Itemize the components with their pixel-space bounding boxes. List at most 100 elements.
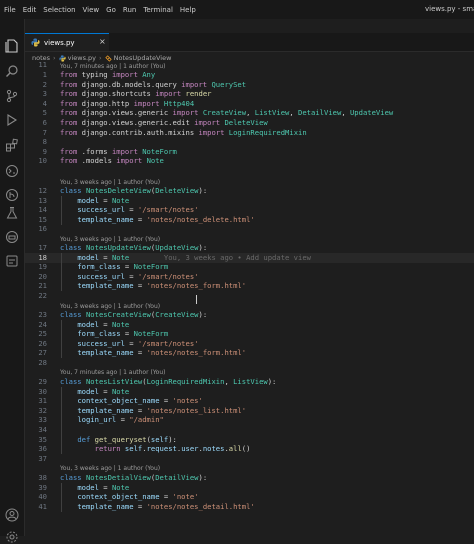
code-line[interactable]: 30 model = Note [25, 387, 474, 397]
tab-views-py[interactable]: views.py × [25, 33, 109, 51]
code-token: = [120, 329, 134, 339]
code-line[interactable]: 10 from .models import Note [25, 156, 474, 166]
code-line[interactable]: 15 template_name = 'notes/notes_delete.h… [25, 215, 474, 225]
code-line[interactable]: 21 template_name = 'notes/notes_form.htm… [25, 281, 474, 291]
remote-icon[interactable] [5, 164, 19, 178]
database-icon[interactable] [5, 254, 19, 268]
menu-help[interactable]: Help [180, 6, 196, 14]
code-line[interactable]: 9 from .forms import NoteForm [25, 147, 474, 157]
code-text: from django.db.models.query import Query… [60, 80, 246, 90]
code-token: from [60, 98, 82, 108]
line-number: 17 [38, 243, 47, 252]
menu-run[interactable]: Run [123, 6, 136, 14]
menu-terminal[interactable]: Terminal [143, 6, 173, 14]
code-token: model [77, 195, 99, 205]
extensions-icon[interactable] [5, 138, 19, 152]
docker-icon[interactable] [5, 230, 19, 244]
code-token: Note [111, 482, 130, 492]
code-editor[interactable]: You, 7 minutes ago | 1 author (You) You,… [25, 60, 474, 536]
code-line[interactable]: 33 login_url = "/admin" [25, 415, 474, 425]
settings-gear-icon[interactable] [5, 530, 19, 544]
codelens-blame[interactable]: You, 3 weeks ago | 1 author (You) [60, 464, 160, 473]
code-line[interactable]: 7 from django.contrib.auth.mixins import … [25, 128, 474, 138]
code-line[interactable]: 31 context_object_name = 'notes' [25, 396, 474, 406]
title-bar: File Edit Selection View Go Run Terminal Help v… [0, 0, 474, 19]
code-line[interactable]: 14 success_url = '/smart/notes' [25, 205, 474, 215]
menu-selection[interactable]: Selection [43, 6, 75, 14]
code-line[interactable]: 19 form_class = NoteForm [25, 262, 474, 272]
code-line[interactable]: 6 from django.views.generic.edit import D… [25, 118, 474, 128]
close-icon[interactable]: × [99, 37, 106, 46]
line-number: 31 [38, 396, 47, 406]
code-token: = [124, 271, 138, 281]
git-graph-icon[interactable] [5, 188, 19, 202]
code-line[interactable]: 1 from typing import Any [25, 70, 474, 80]
codelens-blame[interactable]: You, 7 minutes ago | 1 author (You) [60, 368, 166, 377]
files-icon[interactable] [5, 39, 19, 53]
run-debug-icon[interactable] [5, 113, 19, 127]
code-line[interactable]: 24 model = Note [25, 320, 474, 330]
code-line[interactable]: 18 model = Note You, 3 weeks ago • Add u… [25, 252, 474, 263]
line-number: 7 [42, 127, 47, 137]
search-icon[interactable] [5, 64, 19, 78]
code-line[interactable]: 36 return self.request.user.notes.all() [25, 444, 474, 454]
code-line[interactable]: 28 [25, 358, 474, 368]
code-token: ListView [233, 377, 268, 386]
code-line[interactable]: 8 [25, 137, 474, 147]
testing-icon[interactable] [5, 206, 19, 220]
code-text: context_object_name = 'notes' [60, 396, 203, 406]
code-token: django.http [81, 98, 134, 108]
code-line[interactable]: 17 class NotesUpdateView(UpdateView): [25, 243, 474, 253]
code-line[interactable]: 2 from django.db.models.query import Quer… [25, 80, 474, 90]
code-line[interactable]: 12 class NotesDeleteView(DeleteView): [25, 186, 474, 196]
source-control-icon[interactable] [5, 89, 19, 103]
code-line[interactable]: 16 [25, 224, 474, 234]
code-token: 'notes/notes_list.html' [146, 405, 247, 415]
code-line[interactable]: 35 def get_queryset(self): [25, 435, 474, 445]
code-text: success_url = '/smart/notes' [60, 205, 198, 215]
line-number: 21 [38, 281, 47, 291]
code-line[interactable]: 39 model = Note [25, 483, 474, 493]
code-token: = [133, 405, 147, 415]
code-line[interactable]: 26 success_url = '/smart/notes' [25, 339, 474, 349]
account-icon[interactable] [5, 508, 19, 522]
code-line[interactable]: 25 form_class = NoteForm [25, 329, 474, 339]
code-line[interactable]: 13 model = Note [25, 196, 474, 206]
menu-go[interactable]: Go [106, 6, 116, 14]
code-token: success_url [77, 338, 125, 348]
menu-view[interactable]: View [83, 6, 100, 14]
line-number: 38 [38, 473, 47, 482]
code-token: 'notes/notes_form.html' [146, 281, 247, 291]
code-line[interactable]: 34 [25, 425, 474, 435]
code-line[interactable]: 32 template_name = 'notes/notes_list.htm… [25, 406, 474, 416]
code-token: 'note' [172, 492, 199, 502]
code-line[interactable]: 27 template_name = 'notes/notes_form.htm… [25, 348, 474, 358]
code-line[interactable]: 11 [25, 60, 474, 70]
code-line[interactable]: 5 from django.views.generic import Create… [25, 108, 474, 118]
code-line[interactable]: 22 [25, 291, 474, 301]
code-line[interactable]: 20 success_url = '/smart/notes' [25, 272, 474, 282]
code-line[interactable]: 38 class NotesDetialView(DetailView): [25, 473, 474, 483]
code-token: render [185, 89, 212, 99]
menu-edit[interactable]: Edit [23, 6, 37, 14]
code-line[interactable]: 3 from django.shortcuts import render [25, 89, 474, 99]
code-line[interactable]: 40 context_object_name = 'note' [25, 492, 474, 502]
code-token: 'notes/notes_delete.html' [146, 214, 255, 224]
code-token: self [150, 434, 169, 444]
code-line[interactable]: 23 class NotesCreateView(CreateView): [25, 310, 474, 320]
code-line[interactable]: 29 class NotesListView(LoginRequiredMixin… [25, 377, 474, 387]
line-number: 36 [38, 444, 47, 454]
code-line[interactable]: 4 from django.http import Http404 [25, 99, 474, 109]
code-token: from [60, 127, 82, 137]
code-line[interactable]: 37 [25, 454, 474, 464]
line-number: 20 [38, 271, 47, 281]
code-token: django.views.generic [81, 108, 173, 118]
code-line[interactable]: 41 template_name = 'notes/notes_detail.h… [25, 502, 474, 512]
code-token: = [98, 482, 112, 492]
menu-file[interactable]: File [4, 6, 16, 14]
code-text: login_url = "/admin" [60, 415, 164, 425]
